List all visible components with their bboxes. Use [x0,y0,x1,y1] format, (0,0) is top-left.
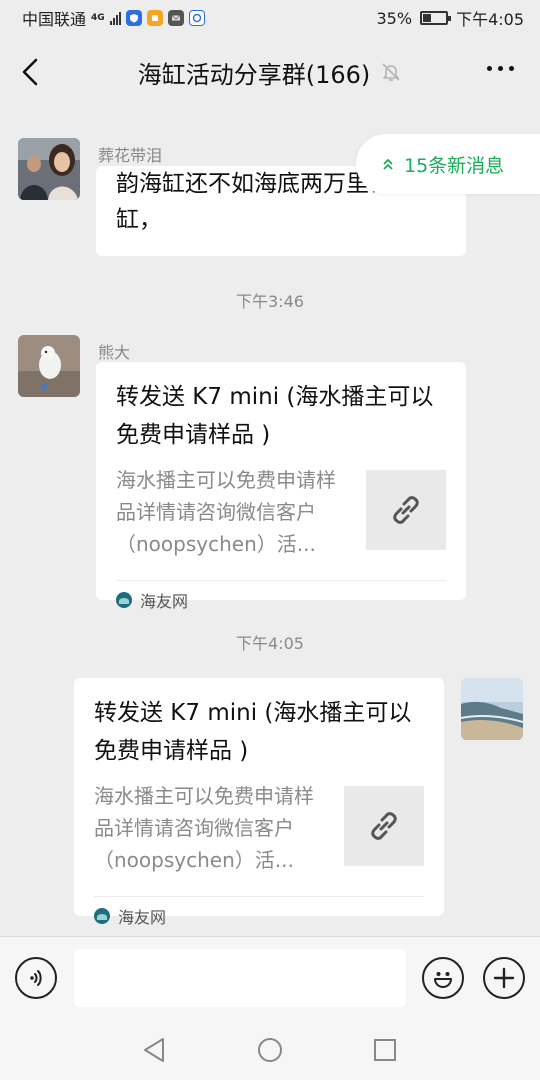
link-source-name: 海友网 [140,591,189,611]
nav-back-button[interactable] [140,1036,168,1064]
clock: 下午4:05 [456,10,524,29]
sender-name: 熊大 [98,343,131,362]
plus-icon [493,967,515,989]
more-icon [487,66,492,71]
mute-bell-icon [382,63,400,81]
sender-name: 葬花带泪 [98,146,163,165]
avatar-self[interactable] [461,678,523,740]
avatar-sender-2[interactable] [18,335,80,397]
status-left: 中国联通 4G [22,6,205,30]
link-body: 海水播主可以免费申请样品详情请咨询微信客户（noopsychen）活... [94,780,424,876]
chat-title: 海缸活动分享群(166) [137,60,371,89]
link-icon [393,496,419,524]
notification-mail-icon [167,10,184,26]
link-thumbnail [344,786,424,866]
message-input[interactable] [74,949,406,1007]
triangle-back-icon [144,1038,164,1062]
notification-app-icon [146,10,163,26]
link-body: 海水播主可以免费申请样品详情请咨询微信客户（noopsychen）活... [116,464,446,560]
carrier-name: 中国联通 [22,10,87,29]
shared-link-card[interactable]: 转发送 K7 mini (海水播主可以免费申请样品 ) 海水播主可以免费申请样品… [96,362,466,611]
new-messages-button[interactable]: 15条新消息 [356,134,540,194]
avatar-sender-1[interactable] [18,138,80,200]
notification-shield-icon [125,10,142,26]
notification-browser-icon [188,10,205,26]
chat-area[interactable]: 葬花带泪 韵海缸还不如海底两万里订做的缸， 15条新消息 下午3:46 熊大 转… [0,108,540,936]
circle-home-icon [258,1038,282,1062]
link-description: 海水播主可以免费申请样品详情请咨询微信客户（noopsychen）活... [116,468,336,556]
new-messages-label: 15条新消息 [404,154,505,177]
nav-home-button[interactable] [256,1036,284,1064]
shared-link-card[interactable]: 转发送 K7 mini (海水播主可以免费申请样品 ) 海水播主可以免费申请样品… [74,678,444,927]
battery-icon [420,11,452,25]
title-wrap: 海缸活动分享群(166) [0,36,540,108]
link-source: 海友网 [116,580,446,618]
back-arrow-icon [22,58,38,86]
chat-header: 海缸活动分享群(166) [0,36,540,108]
link-source: 海友网 [94,896,424,934]
status-right: 35% 下午4:05 [377,6,525,30]
nav-recents-button[interactable] [371,1036,399,1064]
battery-level-fill [423,14,431,22]
link-description: 海水播主可以免费申请样品详情请咨询微信客户（noopsychen）活... [94,784,314,872]
link-title: 转发送 K7 mini (海水播主可以免费申请样品 ) [116,384,434,448]
battery-percent: 35% [376,8,413,28]
timestamp: 下午3:46 [236,292,304,311]
link-icon [371,812,397,840]
voice-icon [30,970,42,986]
status-bar: 中国联通 4G 35% 下午4:05 [0,0,540,36]
timestamp: 下午4:05 [236,634,304,653]
link-thumbnail [366,470,446,550]
system-nav-bar [0,1020,540,1080]
back-button[interactable] [16,58,44,86]
voice-button[interactable] [15,957,57,999]
square-recents-icon [374,1039,396,1061]
more-actions-button[interactable] [483,957,525,999]
source-logo-icon [94,907,110,924]
input-bar [0,936,540,1020]
source-logo-icon [116,591,132,608]
more-button[interactable] [487,66,514,71]
emoji-icon [434,972,452,988]
link-source-name: 海友网 [118,907,167,927]
network-type: 4G [91,13,105,23]
emoji-button[interactable] [422,957,464,999]
link-title: 转发送 K7 mini (海水播主可以免费申请样品 ) [94,700,412,764]
double-chevron-up-icon [383,158,393,170]
signal-icon [109,11,121,25]
